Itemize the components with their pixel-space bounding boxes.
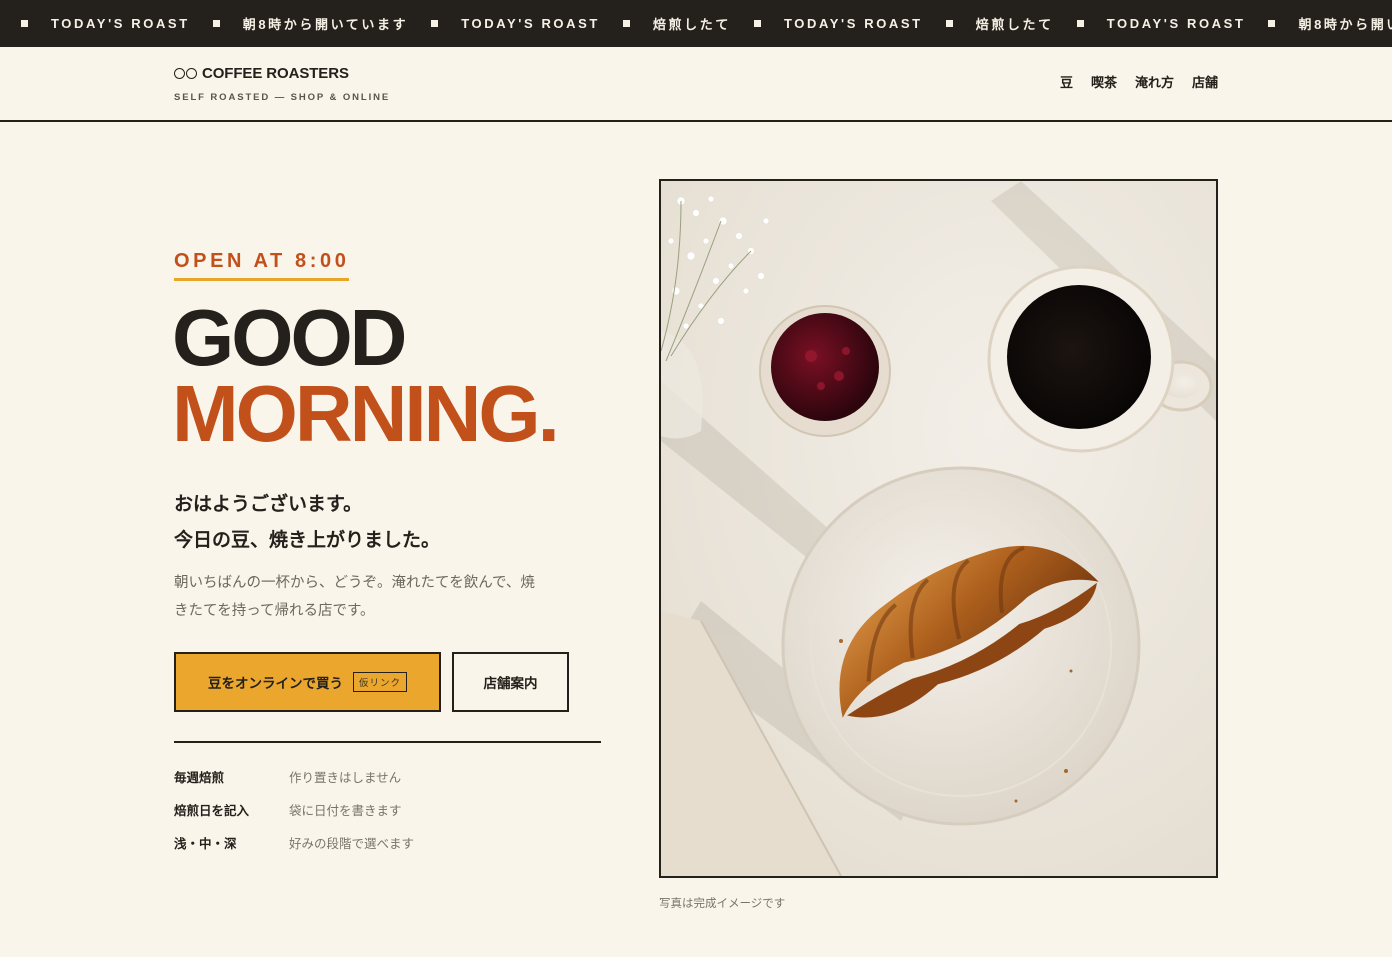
headline-line-2: MORNING. <box>172 369 560 458</box>
square-bullet-icon <box>21 20 28 27</box>
square-bullet-icon <box>945 20 953 27</box>
feature-label: 浅・中・深 <box>174 836 237 851</box>
square-bullet-icon <box>1076 20 1084 27</box>
logo-text: COFFEE ROASTERS <box>202 65 349 82</box>
ticker-item: 焙煎したて <box>652 17 731 32</box>
announcement-ticker: TODAY'S ROAST 朝8時から開いています TODAY'S ROAST … <box>0 0 1392 47</box>
store-guide-button[interactable]: 店舗案内 <box>452 652 569 712</box>
square-bullet-icon <box>622 20 630 27</box>
placeholder-link-badge: 仮リンク <box>352 672 407 692</box>
nav-link-cafe[interactable]: 喫茶 <box>1091 72 1117 91</box>
ticker-item: TODAY'S ROAST <box>1106 16 1246 31</box>
ticker-item: TODAY'S ROAST <box>461 16 600 31</box>
feature-value: 作り置きはしません <box>289 770 402 785</box>
logo-circles-icon <box>174 68 197 79</box>
photo-caption: 写真は完成イメージです <box>659 896 786 910</box>
headline-line-1: GOOD <box>172 293 407 382</box>
feature-row: 毎週焙煎 作り置きはしません <box>174 760 414 793</box>
ticker-item: TODAY'S ROAST <box>51 16 190 31</box>
site-logo[interactable]: COFFEE ROASTERS SELF ROASTED — SHOP & ON… <box>174 65 390 103</box>
nav-link-brewing[interactable]: 淹れ方 <box>1135 72 1174 91</box>
square-bullet-icon <box>431 20 439 27</box>
square-bullet-icon <box>753 20 761 27</box>
ticker-track: TODAY'S ROAST 朝8時から開いています TODAY'S ROAST … <box>0 0 1392 47</box>
lead-line-1: おはようございます。 <box>174 493 363 515</box>
body-line-2: きたてを持って帰れる店です。 <box>174 603 375 619</box>
feature-row: 浅・中・深 好みの段階で選べます <box>174 826 414 859</box>
ticker-item: 朝8時から開いています <box>242 17 409 32</box>
hero-photo <box>659 179 1218 878</box>
buy-beans-label: 豆をオンラインで買う <box>207 676 343 692</box>
main-nav: 豆 喫茶 淹れ方 店舗 <box>1060 72 1218 91</box>
feature-value: 好みの段階で選べます <box>289 836 415 851</box>
square-bullet-icon <box>1268 20 1276 27</box>
nav-link-beans[interactable]: 豆 <box>1060 72 1073 91</box>
body-line-1: 朝いちばんの一杯から、どうぞ。淹れたてを飲んで、焼 <box>174 575 535 591</box>
logo-tagline: SELF ROASTED — SHOP & ONLINE <box>174 92 391 103</box>
ticker-item: TODAY'S ROAST <box>783 16 923 31</box>
breakfast-photo-illustration <box>661 181 1216 876</box>
hero-headline: GOOD MORNING. <box>172 293 560 458</box>
site-header: COFFEE ROASTERS SELF ROASTED — SHOP & ON… <box>0 47 1392 122</box>
feature-row: 焙煎日を記入 袋に日付を書きます <box>174 793 414 826</box>
hero-body-copy: 朝いちばんの一杯から、どうぞ。淹れたてを飲んで、焼 きたてを持って帰れる店です。 <box>174 569 559 625</box>
features-divider <box>174 741 601 743</box>
square-bullet-icon <box>212 20 220 27</box>
nav-link-stores[interactable]: 店舗 <box>1192 72 1218 91</box>
ticker-item: 焙煎したて <box>975 17 1054 32</box>
ticker-item: 朝8時から開いています <box>1298 17 1392 32</box>
buy-beans-online-button[interactable]: 豆をオンラインで買う 仮リンク <box>174 652 441 712</box>
feature-list: 毎週焙煎 作り置きはしません 焙煎日を記入 袋に日付を書きます 浅・中・深 好み… <box>174 760 414 859</box>
feature-value: 袋に日付を書きます <box>289 803 402 818</box>
logo-name: COFFEE ROASTERS <box>174 65 390 82</box>
opening-hours-eyebrow: OPEN AT 8:00 <box>174 250 350 281</box>
feature-label: 焙煎日を記入 <box>174 803 250 818</box>
lead-line-2: 今日の豆、焼き上がりました。 <box>174 529 441 551</box>
hero-lead: おはようございます。 今日の豆、焼き上がりました。 <box>174 486 440 558</box>
feature-label: 毎週焙煎 <box>174 770 225 785</box>
